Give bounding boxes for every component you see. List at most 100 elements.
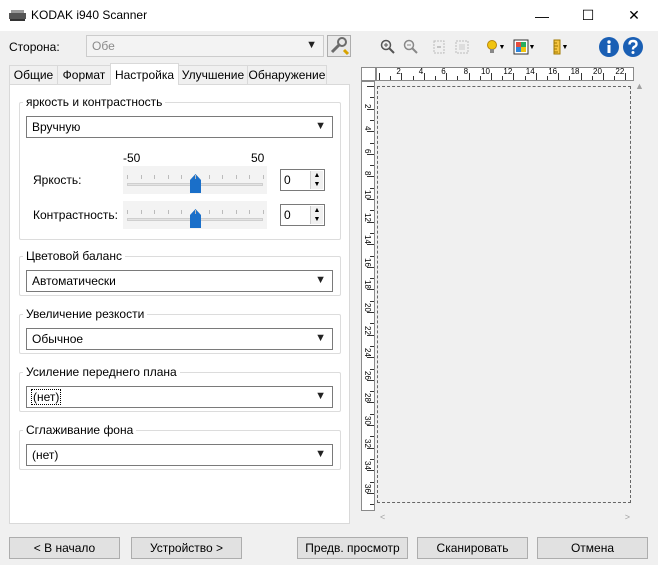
color-balance-value: Автоматически [32, 274, 116, 288]
info-button[interactable] [598, 36, 620, 58]
brightness-mode-select[interactable]: Вручную ▼ [26, 116, 333, 138]
slider-tick [222, 210, 224, 214]
ruler-tick [435, 76, 436, 80]
zoom-out-button[interactable] [401, 36, 421, 58]
ruler-tick [367, 86, 374, 87]
ruler-tick [370, 504, 374, 506]
device-button[interactable]: Устройство > [131, 537, 242, 559]
rotate-button[interactable] [429, 36, 449, 58]
background-value: (нет) [32, 448, 59, 462]
scan-button[interactable]: Сканировать [417, 537, 528, 559]
tab-detection[interactable]: Обнаружение [247, 65, 327, 84]
tab-settings[interactable]: Настройка [110, 63, 179, 85]
foreground-value: (нет) [30, 389, 62, 405]
zoom-in-button[interactable] [378, 36, 398, 58]
ruler-tick [370, 413, 374, 415]
horizontal-scrollbar[interactable]: < > [376, 512, 634, 524]
ruler-label: 14 [525, 67, 535, 76]
side-select[interactable]: Обе ▼ [86, 35, 324, 57]
chevron-down-icon: ▼ [315, 120, 326, 132]
ruler-tick [367, 244, 374, 246]
ruler-tick [370, 391, 374, 393]
foreground-select[interactable]: (нет) ▼ [26, 386, 333, 408]
ruler-tick [367, 199, 374, 200]
brightness-spinner[interactable]: 0 ▲ ▼ [280, 169, 325, 191]
wrench-icon [330, 37, 350, 56]
ruler-tick [479, 76, 481, 80]
scroll-right-icon[interactable]: > [625, 512, 630, 522]
ruler-label: 14 [363, 235, 372, 245]
contrast-value: 0 [284, 208, 291, 222]
vertical-scrollbar[interactable]: ▲ [634, 81, 646, 511]
close-button[interactable]: ✕ [611, 0, 657, 31]
slider-tick [263, 210, 264, 214]
slider-tick [249, 175, 251, 179]
sharpening-select[interactable]: Обычное ▼ [26, 328, 333, 350]
contrast-slider[interactable] [123, 201, 267, 229]
ruler-tick [379, 73, 380, 80]
ruler-tick [367, 470, 374, 472]
ruler-tick [367, 289, 374, 291]
color-balance-select[interactable]: Автоматически ▼ [26, 270, 333, 292]
ruler-tick [370, 323, 374, 325]
contrast-up-icon[interactable]: ▲ [311, 206, 323, 215]
brightness-mode-value: Вручную [32, 120, 81, 134]
ruler-tick [370, 300, 374, 302]
maximize-button[interactable]: ☐ [565, 0, 611, 31]
ruler-tick [535, 73, 537, 80]
background-group: Сглаживание фона (нет) ▼ [19, 423, 341, 470]
rotate-page-icon [433, 40, 445, 54]
brightness-slider[interactable] [123, 166, 267, 194]
ruler-tick [603, 73, 604, 80]
slider-tick [127, 175, 128, 179]
ruler-tick [370, 142, 374, 144]
brightness-up-icon[interactable]: ▲ [311, 171, 323, 180]
slider-tick [263, 175, 264, 179]
scale-min-label: -50 [123, 151, 141, 165]
ruler-label: 4 [418, 67, 424, 76]
brightness-contrast-title: яркость и контрастность [23, 95, 166, 109]
light-menu-button[interactable]: ▼ [482, 36, 508, 58]
scroll-left-icon[interactable]: < [380, 512, 385, 522]
ruler-tick [367, 357, 374, 359]
ruler-label: 36 [363, 483, 372, 493]
fit-button[interactable] [452, 36, 472, 58]
help-button[interactable] [622, 36, 644, 58]
background-select[interactable]: (нет) ▼ [26, 444, 333, 466]
title-bar: KODAK i940 Scanner — ☐ ✕ [0, 0, 658, 31]
ruler-tick [367, 176, 374, 178]
tab-format[interactable]: Формат [57, 65, 111, 84]
cancel-button[interactable]: Отмена [537, 537, 648, 559]
ruler-tick [614, 76, 616, 80]
ruler-tick [370, 232, 374, 234]
ruler-tick [370, 119, 374, 121]
ruler-corner [361, 67, 376, 81]
ruler-label: 22 [363, 325, 372, 335]
ruler-tick [367, 108, 374, 110]
ruler-menu-button[interactable]: ▼ [548, 36, 572, 58]
left-ruler: 2 4 6 8 10 12 14 16 18 20 22 24 26 28 30 32 34 36 [361, 81, 375, 511]
preview-button[interactable]: Предв. просмотр [297, 537, 408, 559]
ruler-tick [370, 165, 374, 167]
ruler-label: 2 [396, 67, 401, 76]
ruler-tick [558, 73, 560, 80]
brightness-down-icon[interactable]: ▼ [311, 180, 323, 189]
color-menu-button[interactable]: ▼ [510, 36, 538, 58]
ruler-label: 32 [363, 438, 372, 448]
scan-area-outline[interactable] [377, 86, 631, 503]
ruler-tick [569, 76, 571, 80]
ruler-label: 20 [593, 67, 602, 76]
contrast-spinner[interactable]: 0 ▲ ▼ [280, 204, 325, 226]
ruler-tick [412, 76, 414, 80]
minimize-button[interactable]: — [519, 0, 565, 31]
scroll-up-icon[interactable]: ▲ [635, 81, 644, 91]
chevron-down-icon: ▼ [306, 39, 317, 51]
home-button[interactable]: < В начало [9, 537, 120, 559]
contrast-down-icon[interactable]: ▼ [311, 215, 323, 224]
tab-enhance[interactable]: Улучшение [178, 65, 248, 84]
tab-general[interactable]: Общие [9, 65, 58, 84]
chevron-down-icon: ▼ [315, 332, 326, 344]
slider-tick [195, 210, 196, 214]
settings-tools-button[interactable] [327, 35, 351, 57]
ruler-label: 28 [363, 393, 372, 403]
